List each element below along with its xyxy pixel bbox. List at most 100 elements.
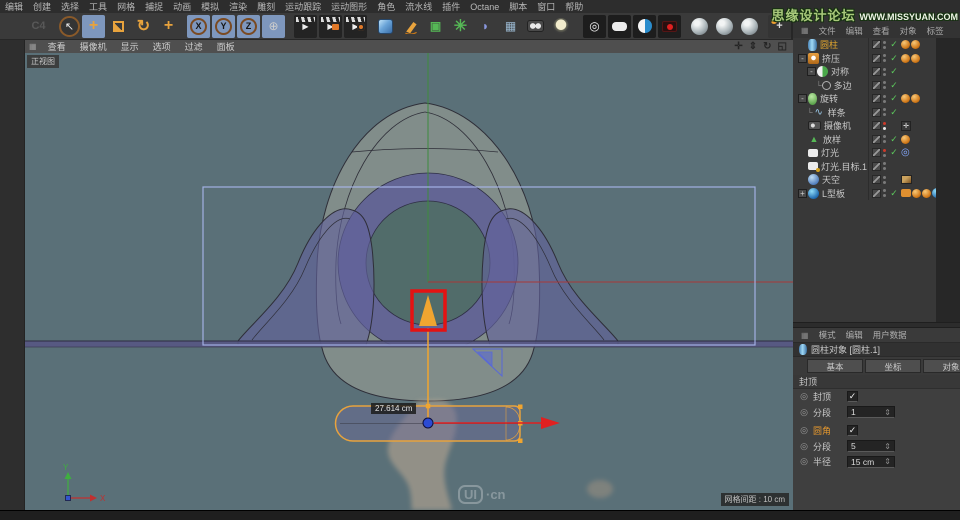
scene-canvas[interactable]: Y X [25, 53, 793, 510]
last-used-tool-icon[interactable]: + [157, 15, 180, 38]
menu-item[interactable]: 创建 [28, 0, 56, 13]
object-row-symmetry[interactable]: - 对称 ✓ [793, 65, 936, 79]
viewport-rotate-icon[interactable]: ↻ [763, 41, 771, 52]
active-camera-tag[interactable]: ✛ [901, 120, 911, 131]
scale-tool-icon[interactable] [107, 15, 130, 38]
enabled-check[interactable]: ✓ [889, 39, 899, 50]
material-sphere-icon[interactable] [738, 15, 761, 38]
material-tag[interactable] [901, 40, 910, 50]
viewport[interactable]: 正视图 27.614 cm 网格间距 : 10 cm UI ·cn Y X [25, 53, 793, 510]
layer-toggle[interactable] [872, 134, 881, 144]
am-menu-item[interactable]: 编辑 [841, 329, 868, 341]
enabled-check[interactable]: ✓ [889, 107, 899, 118]
select-tool-icon[interactable]: ↖ [59, 15, 80, 37]
stepper-icon[interactable]: ⇕ [884, 457, 891, 466]
layer-toggle[interactable] [872, 188, 881, 198]
panel-grid-icon[interactable]: ▦ [796, 331, 814, 340]
menu-item[interactable]: 工具 [84, 0, 112, 13]
enabled-check[interactable]: ✓ [889, 134, 899, 145]
visibility-dots[interactable] [883, 54, 887, 63]
visibility-dots[interactable] [883, 67, 887, 76]
menu-item[interactable]: 帮助 [560, 0, 588, 13]
key-ring-icon[interactable]: ◎ [799, 391, 809, 402]
object-row-sky[interactable]: 天空 [793, 173, 936, 187]
menu-item[interactable]: Octane [465, 2, 504, 12]
viewport-menu-item[interactable]: 查看 [41, 40, 73, 53]
gizmo-x-arrow[interactable] [541, 417, 560, 429]
object-row-extrude[interactable]: - 挤压 ✓ [793, 51, 936, 65]
enabled-check[interactable]: ✓ [889, 188, 899, 199]
layer-toggle[interactable] [872, 107, 881, 117]
texture-tag[interactable] [901, 175, 912, 185]
object-row-camera[interactable]: 摄像机 ✛ [793, 119, 936, 133]
floor-icon[interactable]: ▦ [499, 15, 522, 38]
move-tool-icon[interactable]: + [82, 14, 105, 38]
object-row-light[interactable]: 灯光 ✓ ◎ [793, 146, 936, 160]
key-ring-icon[interactable]: ◎ [799, 456, 809, 467]
panel-grid-icon[interactable]: ▦ [796, 26, 814, 35]
object-row-light-target[interactable]: 灯光.目标.1 [793, 159, 936, 173]
material-rounded-icon[interactable] [608, 14, 631, 38]
key-ring-icon[interactable]: ◎ [799, 441, 809, 452]
object-row-lathe[interactable]: - 旋转 ✓ [793, 92, 936, 106]
material-camera-icon[interactable] [658, 14, 681, 38]
layer-toggle[interactable] [872, 80, 881, 90]
object-manager-scroll-area[interactable] [936, 38, 960, 322]
material-tag[interactable] [911, 53, 920, 63]
scene-light-icon[interactable] [549, 15, 572, 38]
visibility-dots[interactable] [883, 94, 887, 103]
viewport-menu-item[interactable]: 过滤 [178, 40, 210, 53]
visibility-dots[interactable] [883, 189, 887, 198]
am-menu-item[interactable]: 模式 [814, 329, 841, 341]
visibility-dots[interactable] [883, 162, 887, 171]
material-tag[interactable] [911, 40, 920, 50]
viewport-pan-icon[interactable]: ✛ [734, 41, 742, 52]
generators-icon[interactable]: ▣ [424, 15, 447, 38]
visibility-dots[interactable] [883, 135, 887, 144]
enabled-check[interactable]: ✓ [889, 80, 899, 91]
visibility-dots[interactable] [883, 121, 887, 130]
layer-toggle[interactable] [872, 53, 881, 63]
coordinate-system-icon[interactable]: ⊕ [262, 14, 285, 38]
scene-camera-icon[interactable] [524, 15, 547, 38]
layer-toggle[interactable] [872, 121, 881, 131]
menu-item[interactable]: 流水线 [400, 0, 437, 13]
viewport-zoom-icon[interactable]: ⇕ [749, 41, 757, 52]
viewport-menu-item[interactable]: 摄像机 [73, 40, 114, 53]
material-tag[interactable] [911, 94, 920, 104]
caps-checkbox[interactable]: ✓ [847, 391, 858, 403]
om-menu-item[interactable]: 标签 [922, 25, 949, 37]
target-tag[interactable]: ◎ [901, 147, 910, 158]
object-row-ngon[interactable]: └ 多边 ✓ [793, 78, 936, 92]
material-target-icon[interactable]: ◎ [583, 14, 606, 38]
om-menu-item[interactable]: 对象 [895, 25, 922, 37]
tab-basic[interactable]: 基本 [807, 359, 863, 373]
viewport-toggle-icon[interactable]: ◱ [778, 41, 787, 52]
material-sphere-icon[interactable] [688, 15, 711, 38]
render-settings-icon[interactable]: ▶ [344, 14, 367, 38]
layer-toggle[interactable] [872, 175, 881, 185]
spline-pen-icon[interactable] [399, 15, 422, 38]
visibility-dots[interactable] [883, 108, 887, 117]
lock-z-axis-icon[interactable]: Z [237, 14, 260, 38]
fillet-checkbox[interactable]: ✓ [847, 425, 858, 437]
layer-toggle[interactable] [872, 148, 881, 158]
menu-item[interactable]: 渲染 [224, 0, 252, 13]
lock-y-axis-icon[interactable]: Y [212, 14, 235, 38]
object-row-spline[interactable]: └ ∿ 样条 ✓ [793, 105, 936, 119]
section-caps[interactable]: 封顶 [793, 375, 960, 389]
tab-coordinates[interactable]: 坐标 [865, 359, 921, 373]
enabled-check[interactable]: ✓ [889, 147, 899, 158]
am-menu-item[interactable]: 用户数据 [868, 329, 912, 341]
stepper-icon[interactable]: ⇕ [884, 408, 891, 417]
menu-item[interactable]: 模拟 [196, 0, 224, 13]
object-row-cylinder[interactable]: 圆柱 ✓ [793, 38, 936, 52]
viewport-menu-item[interactable]: 显示 [114, 40, 146, 53]
menu-item[interactable]: 脚本 [504, 0, 532, 13]
visibility-dots[interactable] [883, 40, 887, 49]
cap-segments-field[interactable]: 1 ⇕ [847, 406, 895, 419]
fillet-radius-field[interactable]: 15 cm ⇕ [847, 455, 895, 468]
material-tag[interactable] [922, 188, 931, 198]
handle[interactable] [518, 404, 523, 410]
menu-item[interactable]: 运动跟踪 [280, 0, 326, 13]
